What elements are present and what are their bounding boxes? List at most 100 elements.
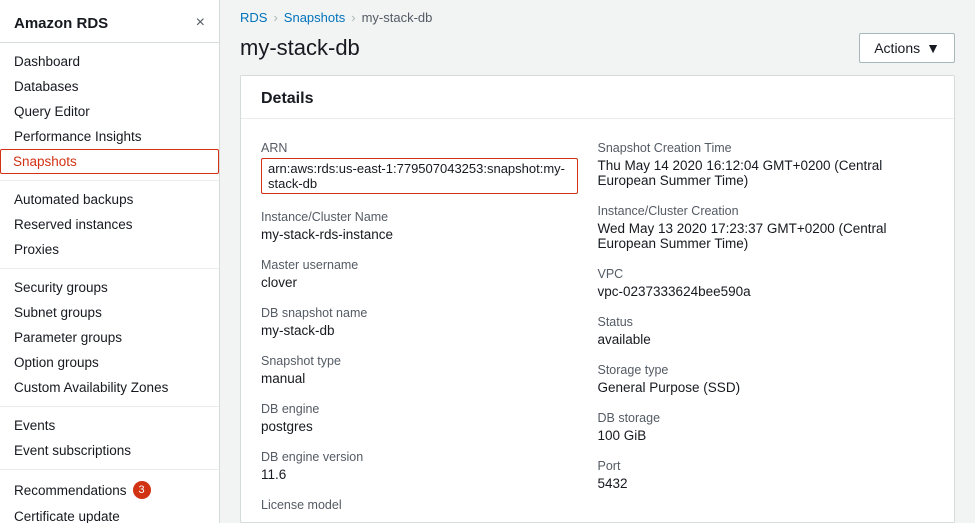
breadcrumb-snapshots[interactable]: Snapshots [284,10,345,25]
detail-value-db-engine: postgres [261,419,578,434]
recommendations-badge: 3 [133,481,151,499]
sidebar-item-label: Dashboard [14,54,80,69]
sidebar-item-subnet-groups[interactable]: Subnet groups [0,300,219,325]
detail-label-storage-type: Storage type [598,363,915,377]
sidebar-item-label: Subnet groups [14,305,102,320]
detail-snapshot-creation-time: Snapshot Creation Time Thu May 14 2020 1… [598,133,935,196]
breadcrumb-sep-2: › [351,10,355,25]
detail-value-vpc: vpc-0237333624bee590a [598,284,915,299]
details-card: Details ARN arn:aws:rds:us-east-1:779507… [240,75,955,523]
detail-vpc: VPC vpc-0237333624bee590a [598,259,935,307]
sidebar-item-label: Recommendations [14,483,127,498]
breadcrumb-sep-1: › [273,10,277,25]
detail-label-port: Port [598,459,915,473]
sidebar-item-label: Events [14,418,55,433]
detail-label-snapshot-creation-time: Snapshot Creation Time [598,141,915,155]
sidebar-item-option-groups[interactable]: Option groups [0,350,219,375]
detail-value-arn: arn:aws:rds:us-east-1:779507043253:snaps… [261,158,578,194]
sidebar-item-proxies[interactable]: Proxies [0,237,219,262]
sidebar-item-dashboard[interactable]: Dashboard [0,49,219,74]
page-title: my-stack-db [240,35,360,61]
detail-label-status: Status [598,315,915,329]
detail-value-snapshot-name: my-stack-db [261,323,578,338]
sidebar-section-network: Security groups Subnet groups Parameter … [0,269,219,407]
detail-instance-name: Instance/Cluster Name my-stack-rds-insta… [261,202,598,250]
sidebar-item-automated-backups[interactable]: Automated backups [0,187,219,212]
detail-value-db-engine-version: 11.6 [261,467,578,482]
sidebar-item-label: Proxies [14,242,59,257]
detail-label-arn: ARN [261,141,578,155]
detail-snapshot-type: Snapshot type manual [261,346,598,394]
detail-db-storage: DB storage 100 GiB [598,403,935,451]
detail-value-status: available [598,332,915,347]
sidebar-item-label: Option groups [14,355,99,370]
sidebar-item-label: Event subscriptions [14,443,131,458]
detail-instance-creation: Instance/Cluster Creation Wed May 13 202… [598,196,935,259]
detail-value-master-username: clover [261,275,578,290]
detail-status: Status available [598,307,935,355]
sidebar-item-snapshots[interactable]: Snapshots [0,149,219,174]
detail-value-snapshot-creation-time: Thu May 14 2020 16:12:04 GMT+0200 (Centr… [598,158,915,188]
detail-value-storage-type: General Purpose (SSD) [598,380,915,395]
detail-label-snapshot-type: Snapshot type [261,354,578,368]
detail-arn: ARN arn:aws:rds:us-east-1:779507043253:s… [261,133,598,202]
breadcrumb: RDS › Snapshots › my-stack-db [220,0,975,29]
breadcrumb-rds[interactable]: RDS [240,10,267,25]
breadcrumb-current: my-stack-db [362,10,433,25]
sidebar-item-performance-insights[interactable]: Performance Insights [0,124,219,149]
details-grid: ARN arn:aws:rds:us-east-1:779507043253:s… [241,119,954,523]
detail-label-snapshot-name: DB snapshot name [261,306,578,320]
sidebar-item-label: Reserved instances [14,217,133,232]
sidebar-item-label: Query Editor [14,104,90,119]
sidebar-close-button[interactable]: × [196,14,205,32]
detail-label-vpc: VPC [598,267,915,281]
detail-label-master-username: Master username [261,258,578,272]
detail-port: Port 5432 [598,451,935,499]
detail-value-db-storage: 100 GiB [598,428,915,443]
sidebar: Amazon RDS × Dashboard Databases Query E… [0,0,220,523]
sidebar-item-label: Certificate update [14,509,120,523]
sidebar-item-events[interactable]: Events [0,413,219,438]
actions-label: Actions [874,40,920,56]
sidebar-item-query-editor[interactable]: Query Editor [0,99,219,124]
detail-license-model: License model [261,490,598,523]
sidebar-item-label: Performance Insights [14,129,142,144]
detail-label-instance-name: Instance/Cluster Name [261,210,578,224]
sidebar-item-recommendations[interactable]: Recommendations 3 [0,476,219,504]
detail-db-engine: DB engine postgres [261,394,598,442]
detail-label-instance-creation: Instance/Cluster Creation [598,204,915,218]
page-header: my-stack-db Actions ▼ [220,29,975,75]
actions-dropdown-icon: ▼ [926,40,940,56]
sidebar-item-reserved-instances[interactable]: Reserved instances [0,212,219,237]
detail-value-port: 5432 [598,476,915,491]
sidebar-item-label: Automated backups [14,192,133,207]
detail-label-db-storage: DB storage [598,411,915,425]
sidebar-section-misc: Recommendations 3 Certificate update [0,470,219,523]
detail-label-db-engine: DB engine [261,402,578,416]
sidebar-item-certificate-update[interactable]: Certificate update [0,504,219,523]
sidebar-section-main: Dashboard Databases Query Editor Perform… [0,43,219,181]
sidebar-item-label: Security groups [14,280,108,295]
sidebar-item-event-subscriptions[interactable]: Event subscriptions [0,438,219,463]
detail-label-license-model: License model [261,498,578,512]
sidebar-item-parameter-groups[interactable]: Parameter groups [0,325,219,350]
arn-value: arn:aws:rds:us-east-1:779507043253:snaps… [261,158,578,194]
detail-snapshot-name: DB snapshot name my-stack-db [261,298,598,346]
actions-button[interactable]: Actions ▼ [859,33,955,63]
sidebar-section-backups: Automated backups Reserved instances Pro… [0,181,219,269]
sidebar-header: Amazon RDS × [0,0,219,43]
sidebar-item-label: Custom Availability Zones [14,380,168,395]
sidebar-item-label: Databases [14,79,79,94]
detail-value-instance-name: my-stack-rds-instance [261,227,578,242]
detail-value-instance-creation: Wed May 13 2020 17:23:37 GMT+0200 (Centr… [598,221,915,251]
sidebar-item-databases[interactable]: Databases [0,74,219,99]
detail-master-username: Master username clover [261,250,598,298]
sidebar-item-security-groups[interactable]: Security groups [0,275,219,300]
detail-db-engine-version: DB engine version 11.6 [261,442,598,490]
main-content: RDS › Snapshots › my-stack-db my-stack-d… [220,0,975,523]
sidebar-item-label: Parameter groups [14,330,122,345]
sidebar-item-label: Snapshots [13,154,77,169]
detail-value-snapshot-type: manual [261,371,578,386]
detail-storage-type: Storage type General Purpose (SSD) [598,355,935,403]
sidebar-item-custom-az[interactable]: Custom Availability Zones [0,375,219,400]
